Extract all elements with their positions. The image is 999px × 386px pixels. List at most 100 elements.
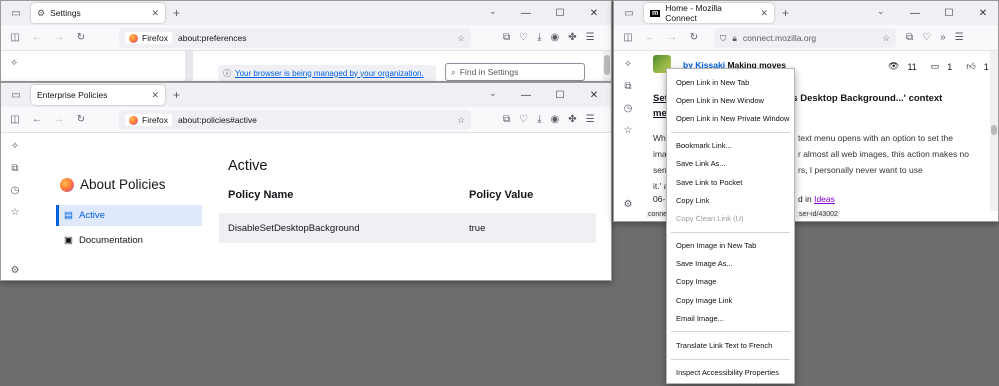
customize-sidebar-icon[interactable]: ⚙ bbox=[11, 265, 20, 276]
synced-tabs-icon[interactable]: ⧉ bbox=[11, 163, 18, 174]
tab-enterprise-policies[interactable]: Enterprise Policies ✕ bbox=[31, 85, 165, 105]
sidebar-toggle-icon[interactable]: ◫ bbox=[617, 32, 639, 43]
close-window-button[interactable]: ✕ bbox=[577, 90, 611, 101]
tab-settings[interactable]: ⚙ Settings ✕ bbox=[31, 3, 165, 23]
page-scrollbar[interactable] bbox=[990, 51, 998, 211]
account-icon[interactable]: ◉ bbox=[551, 32, 560, 43]
menu-icon[interactable]: ☰ bbox=[586, 32, 595, 43]
pocket-icon[interactable]: ♡ bbox=[519, 114, 528, 125]
context-menu: Open Link in New Tab Open Link in New Win… bbox=[666, 68, 795, 384]
history-icon[interactable]: ◷ bbox=[11, 185, 20, 196]
identity-chip[interactable]: Firefox bbox=[125, 32, 172, 44]
minimize-button[interactable]: — bbox=[898, 8, 932, 19]
downloads-icon[interactable]: ⤓ bbox=[537, 114, 541, 125]
extensions-icon[interactable]: ✤ bbox=[568, 114, 576, 125]
ai-chatbot-icon[interactable]: ✧ bbox=[624, 59, 632, 70]
back-icon[interactable]: ← bbox=[26, 32, 48, 43]
context-menu-item[interactable]: Save Link to Pocket bbox=[667, 173, 794, 191]
menu-icon[interactable]: ☰ bbox=[586, 114, 595, 125]
minimize-button[interactable]: — bbox=[509, 8, 543, 19]
tab-list-icon[interactable]: ▭ bbox=[1, 8, 31, 19]
url-bar[interactable]: Firefox about:preferences ☆ bbox=[119, 28, 471, 48]
new-tab-button[interactable]: + bbox=[173, 6, 180, 20]
translate-icon[interactable]: ⧉ bbox=[503, 32, 510, 43]
bookmark-star-icon[interactable]: ☆ bbox=[457, 33, 465, 44]
extensions-icon[interactable]: ✤ bbox=[568, 32, 576, 43]
reload-icon[interactable]: ↻ bbox=[683, 32, 705, 43]
downloads-icon[interactable]: ⤓ bbox=[537, 32, 541, 43]
forward-icon[interactable]: → bbox=[48, 32, 70, 43]
close-window-button[interactable]: ✕ bbox=[966, 8, 998, 19]
tab-list-icon[interactable]: ▭ bbox=[614, 8, 644, 19]
category-link[interactable]: Ideas bbox=[814, 194, 835, 204]
back-icon[interactable]: ← bbox=[26, 114, 48, 125]
context-menu-item[interactable]: Copy Link bbox=[667, 191, 794, 209]
close-tab-icon[interactable]: ✕ bbox=[760, 8, 768, 19]
lock-icon[interactable]: 🔒︎ bbox=[732, 33, 737, 44]
back-icon[interactable]: ← bbox=[639, 32, 661, 43]
context-menu-item[interactable]: Open Link in New Private Window bbox=[667, 109, 794, 127]
pocket-icon[interactable]: ♡ bbox=[519, 32, 528, 43]
context-menu-item[interactable]: Save Link As... bbox=[667, 155, 794, 173]
sidebar-ai-icon[interactable]: ✧ bbox=[10, 58, 18, 69]
translate-icon[interactable]: ⧉ bbox=[906, 32, 913, 43]
kudos-icon[interactable]: 👍︎ bbox=[966, 61, 975, 72]
find-in-settings-input[interactable]: ⌕ Find in Settings bbox=[445, 63, 585, 81]
new-tab-button[interactable]: + bbox=[782, 6, 789, 20]
context-menu-item[interactable]: Save Image As... bbox=[667, 255, 794, 273]
minimize-button[interactable]: — bbox=[509, 90, 543, 101]
synced-tabs-icon[interactable]: ⧉ bbox=[624, 81, 631, 92]
close-tab-icon[interactable]: ✕ bbox=[151, 8, 159, 19]
context-menu-item[interactable]: Inspect Accessibility Properties bbox=[667, 364, 794, 382]
forward-icon[interactable]: → bbox=[661, 32, 683, 43]
new-tab-button[interactable]: + bbox=[173, 88, 180, 102]
maximize-button[interactable]: ☐ bbox=[543, 90, 577, 101]
sidebar-toggle-icon[interactable]: ◫ bbox=[4, 114, 26, 125]
managed-notice-link[interactable]: Your browser is being managed by your or… bbox=[235, 69, 424, 78]
history-icon[interactable]: ◷ bbox=[624, 103, 633, 114]
bookmark-star-icon[interactable]: ☆ bbox=[457, 115, 465, 126]
translate-icon[interactable]: ⧉ bbox=[503, 114, 510, 125]
context-menu-item[interactable]: Bookmark Link... bbox=[667, 137, 794, 155]
context-menu-item[interactable]: Translate Link Text to French bbox=[667, 336, 794, 354]
customize-sidebar-icon[interactable]: ⚙ bbox=[624, 199, 633, 210]
context-menu-item[interactable]: Open Link in New Tab bbox=[667, 73, 794, 91]
ai-chatbot-icon[interactable]: ✧ bbox=[11, 141, 19, 152]
nav-item-active[interactable]: ▤ Active bbox=[56, 205, 202, 226]
identity-chip[interactable]: Firefox bbox=[125, 114, 172, 126]
close-window-button[interactable]: ✕ bbox=[577, 8, 611, 19]
tab-list-icon[interactable]: ▭ bbox=[1, 90, 31, 101]
tab-mozilla-connect[interactable]: m Home - Mozilla Connect ✕ bbox=[644, 3, 774, 23]
context-menu-item[interactable]: Copy Image Link bbox=[667, 291, 794, 309]
nav-item-documentation[interactable]: ▣ Documentation bbox=[56, 230, 202, 251]
reload-icon[interactable]: ↻ bbox=[70, 114, 92, 125]
close-tab-icon[interactable]: ✕ bbox=[151, 90, 159, 101]
overflow-chevron-icon[interactable]: » bbox=[940, 32, 946, 43]
bookmarks-icon[interactable]: ☆ bbox=[624, 125, 633, 136]
bookmarks-icon[interactable]: ☆ bbox=[11, 207, 20, 218]
maximize-button[interactable]: ☐ bbox=[543, 8, 577, 19]
shield-icon[interactable]: ⛉ bbox=[720, 33, 726, 44]
account-icon[interactable]: ◉ bbox=[551, 114, 560, 125]
sidebar-toggle-icon[interactable]: ◫ bbox=[4, 32, 26, 43]
settings-content: ✧ ⓘ Your browser is being managed by you… bbox=[1, 51, 611, 81]
url-bar[interactable]: ⛉ 🔒︎ connect.mozilla.org ☆ bbox=[714, 28, 896, 48]
context-menu-item[interactable]: Open Link in New Window bbox=[667, 91, 794, 109]
maximize-button[interactable]: ☐ bbox=[932, 8, 966, 19]
context-menu-item[interactable]: Inspect (Q) bbox=[667, 382, 794, 386]
search-icon: ⌕ bbox=[451, 66, 456, 77]
url-bar[interactable]: Firefox about:policies#active ☆ bbox=[119, 110, 471, 130]
context-menu-item[interactable]: Open Image in New Tab bbox=[667, 237, 794, 255]
list-all-tabs-icon[interactable]: ⌄ bbox=[489, 88, 497, 99]
context-menu-item[interactable]: Copy Image bbox=[667, 273, 794, 291]
list-all-tabs-icon[interactable]: ⌄ bbox=[877, 6, 885, 17]
pocket-icon[interactable]: ♡ bbox=[922, 32, 931, 43]
reload-icon[interactable]: ↻ bbox=[70, 32, 92, 43]
list-all-tabs-icon[interactable]: ⌄ bbox=[489, 6, 497, 17]
context-menu-item[interactable]: Email Image... bbox=[667, 309, 794, 327]
scrollbar[interactable] bbox=[603, 51, 611, 81]
app-title: About Policies bbox=[80, 177, 166, 192]
menu-icon[interactable]: ☰ bbox=[955, 32, 964, 43]
forward-icon[interactable]: → bbox=[48, 114, 70, 125]
bookmark-star-icon[interactable]: ☆ bbox=[882, 33, 890, 44]
